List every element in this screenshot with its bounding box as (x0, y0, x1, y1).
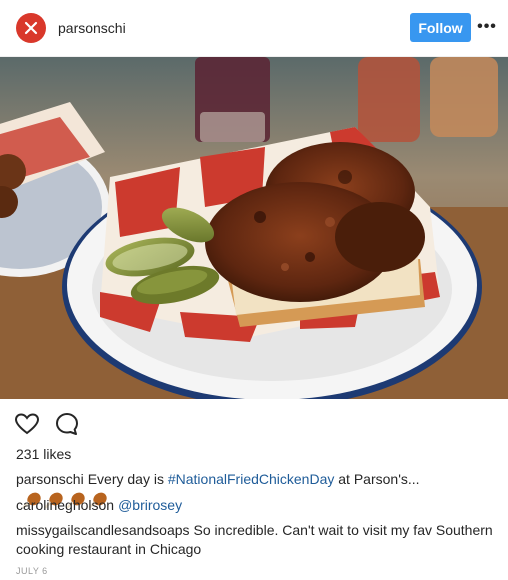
comment: missygailscandlesandsoaps So incredible. … (16, 521, 496, 559)
post-username[interactable]: parsonschi (58, 20, 126, 36)
more-options-icon[interactable]: ••• (477, 18, 496, 36)
comment-username[interactable]: carolinegholson (16, 497, 114, 513)
post-actions (14, 410, 80, 438)
post-date[interactable]: JULY 6 (16, 566, 48, 576)
comment-text: at Parson's... (334, 471, 420, 487)
post-photo[interactable] (0, 57, 508, 399)
avatar[interactable] (16, 13, 46, 43)
comment-username[interactable]: missygailscandlesandsoaps (16, 522, 190, 538)
instagram-post: parsonschi Follow ••• 231 likes parsonsc… (0, 0, 508, 580)
mention-link[interactable]: @brirosey (118, 497, 182, 513)
follow-button[interactable]: Follow (410, 13, 471, 42)
comment-icon[interactable] (54, 411, 80, 437)
post-header: parsonschi Follow ••• (0, 0, 508, 57)
comment: carolinegholson @brirosey (16, 496, 496, 515)
heart-icon[interactable] (14, 411, 40, 437)
likes-count[interactable]: 231 likes (16, 446, 71, 462)
comment-text: Every day is (87, 471, 168, 487)
comment-username[interactable]: parsonschi (16, 471, 84, 487)
fork-knife-icon (24, 21, 38, 35)
hashtag-link[interactable]: #NationalFriedChickenDay (168, 471, 335, 487)
